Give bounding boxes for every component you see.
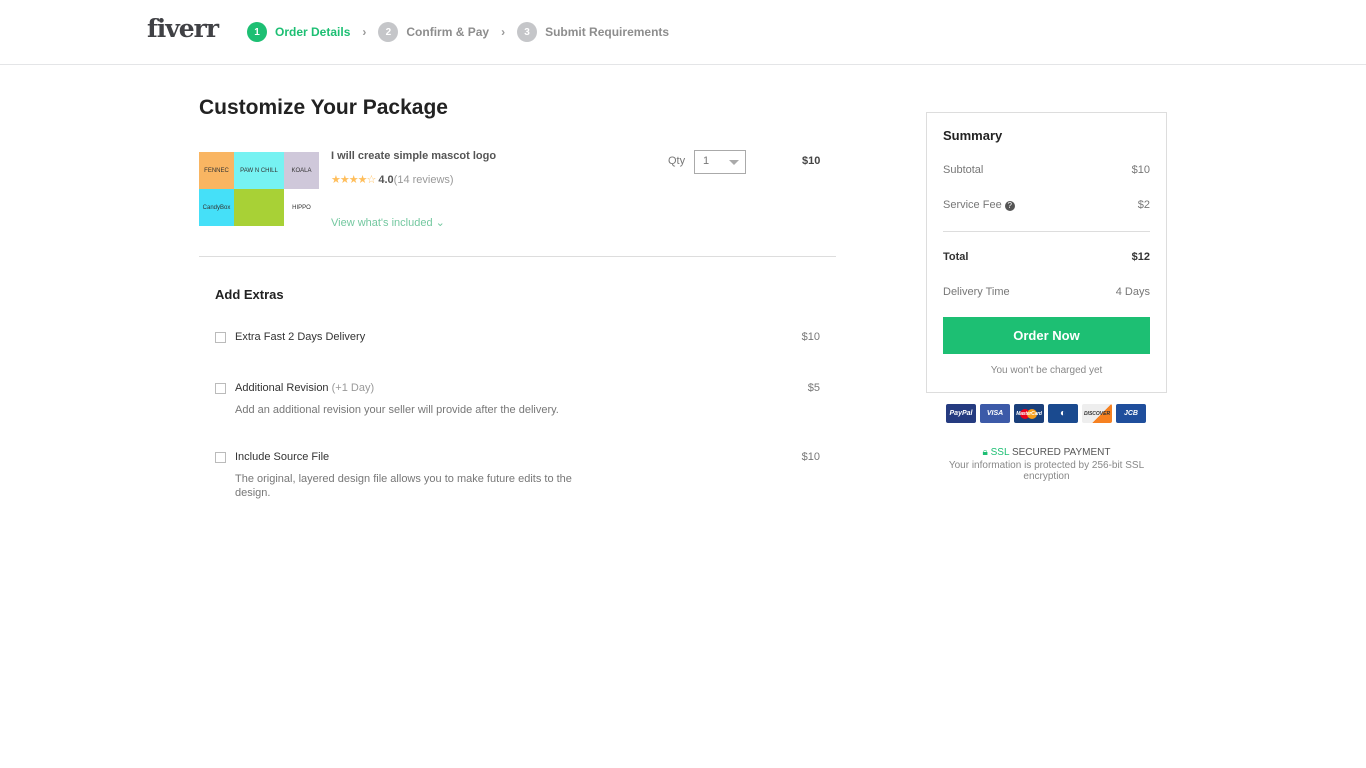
step-order-details: 1 Order Details xyxy=(247,22,350,42)
label: Subtotal xyxy=(943,164,984,176)
total-row: Total $12 xyxy=(943,251,1150,263)
service-fee-row: Service Fee ? $2 xyxy=(943,199,1150,211)
paypal-icon: PayPal xyxy=(946,404,976,423)
step-label: Confirm & Pay xyxy=(406,25,490,39)
value: $10 xyxy=(1131,164,1150,176)
summary-panel: Summary Subtotal $10 Service Fee ? $2 Tota… xyxy=(926,112,1167,393)
diners-icon: ◐ xyxy=(1048,404,1078,423)
thumb-tile xyxy=(234,189,284,226)
extra-name: Extra Fast 2 Days Delivery xyxy=(235,331,366,343)
checkbox[interactable] xyxy=(215,332,226,343)
extra-price: $10 xyxy=(801,331,820,343)
fiverr-logo[interactable]: fiverr xyxy=(147,14,219,43)
thumb-tile: PAW N CHILL xyxy=(234,152,284,189)
payment-methods: PayPal VISA MasterCard ◐ DISCOVER JCB xyxy=(946,404,1146,423)
lock-icon: 🔒︎ xyxy=(982,447,988,458)
extra-label[interactable]: Include Source File xyxy=(235,451,329,463)
extra-description: Add an additional revision your seller w… xyxy=(235,404,559,416)
ssl-badge: 🔒︎ SSL SECURED PAYMENT xyxy=(926,447,1167,458)
gig-thumbnail[interactable]: FENNEC PAW N CHILL KOALA CandyBox HIPPO xyxy=(199,152,319,226)
label: Total xyxy=(943,251,969,263)
help-icon[interactable]: ? xyxy=(1004,201,1015,211)
caret-down-icon xyxy=(729,160,739,170)
not-charged-note: You won't be charged yet xyxy=(990,365,1103,376)
checkbox[interactable] xyxy=(215,452,226,463)
divider xyxy=(943,231,1150,232)
extra-label[interactable]: Extra Fast 2 Days Delivery xyxy=(235,331,365,343)
gig-rating: ★★★★☆ 4.0(14 reviews) xyxy=(331,173,454,186)
extra-name: Additional Revision xyxy=(235,382,329,394)
delivery-row: Delivery Time 4 Days xyxy=(943,286,1150,298)
qty-select[interactable]: 1 xyxy=(694,150,746,174)
secured-label: SECURED PAYMENT xyxy=(1011,447,1111,458)
chevron-right-icon: › xyxy=(501,25,506,39)
value: 4 Days xyxy=(1115,286,1150,298)
review-count: (14 reviews) xyxy=(393,174,454,186)
rating-value: 4.0 xyxy=(378,174,394,186)
ssl-label: SSL xyxy=(990,447,1010,458)
qty-label: Qty xyxy=(668,155,686,167)
chevron-right-icon: › xyxy=(362,25,367,39)
label: Delivery Time xyxy=(943,286,1010,298)
value: $2 xyxy=(1137,199,1150,211)
step-label: Submit Requirements xyxy=(545,25,670,39)
step-confirm-pay: 2 Confirm & Pay xyxy=(378,22,489,42)
thumb-tile: KOALA xyxy=(284,152,319,189)
qty-value: 1 xyxy=(703,155,710,167)
ssl-info: Your information is protected by 256-bit… xyxy=(948,460,1145,482)
step-label: Order Details xyxy=(275,25,351,39)
discover-icon: DISCOVER xyxy=(1082,404,1112,423)
step-number: 3 xyxy=(517,22,538,42)
extra-note: (+1 Day) xyxy=(331,382,375,394)
value: $12 xyxy=(1131,251,1150,263)
extra-price: $5 xyxy=(807,382,820,394)
checkout-steps: 1 Order Details › 2 Confirm & Pay › 3 Submi… xyxy=(247,22,669,42)
summary-title: Summary xyxy=(943,128,1003,143)
divider xyxy=(199,256,836,257)
view-included-link[interactable]: View what's included ⌄ xyxy=(331,216,445,229)
checkbox[interactable] xyxy=(215,383,226,394)
extras-title: Add Extras xyxy=(215,287,284,302)
extra-description: The original, layered design file allows… xyxy=(235,473,572,499)
step-submit-requirements: 3 Submit Requirements xyxy=(517,22,669,42)
page-title: Customize Your Package xyxy=(199,96,448,119)
order-now-button[interactable]: Order Now xyxy=(943,317,1150,354)
mastercard-icon: MasterCard xyxy=(1014,404,1044,423)
label: Service Fee xyxy=(943,199,1002,211)
gig-title[interactable]: I will create simple mascot logo xyxy=(331,150,496,162)
extra-label[interactable]: Additional Revision (+1 Day) xyxy=(235,382,374,394)
mastercard-label: MasterCard xyxy=(1016,410,1042,417)
thumb-tile: FENNEC xyxy=(199,152,234,189)
thumb-tile: HIPPO xyxy=(284,189,319,226)
visa-icon: VISA xyxy=(980,404,1010,423)
step-number: 1 xyxy=(247,22,267,42)
header: fiverr 1 Order Details › 2 Confirm & Pay ›… xyxy=(0,0,1366,65)
thumb-tile: CandyBox xyxy=(199,189,234,226)
subtotal-row: Subtotal $10 xyxy=(943,164,1150,176)
extra-price: $10 xyxy=(801,451,820,463)
jcb-icon: JCB xyxy=(1116,404,1146,423)
step-number: 2 xyxy=(378,22,399,42)
star-rating-icon: ★★★★☆ xyxy=(331,174,376,186)
extra-name: Include Source File xyxy=(235,451,330,463)
gig-price: $10 xyxy=(802,155,821,167)
